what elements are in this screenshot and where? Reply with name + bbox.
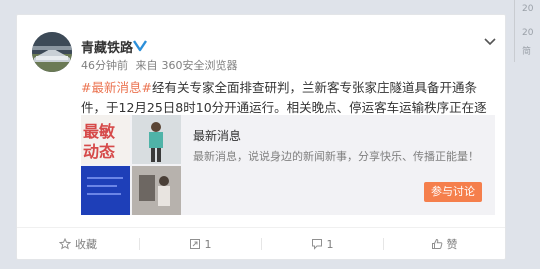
timeline-year-item[interactable]: 20	[522, 28, 533, 38]
comment-icon	[311, 239, 322, 250]
weibo-post-card: 青藏铁路 46分钟前 来自 360安全浏览器 #最新消息#经有关专家全面排查研判，…	[16, 14, 506, 260]
avatar-image	[32, 32, 72, 72]
post-time[interactable]: 46分钟前	[81, 59, 128, 72]
like-label: 赞	[446, 238, 458, 251]
hashtag-link[interactable]: #最新消息#	[81, 80, 152, 95]
timeline-line	[514, 0, 515, 62]
comment-button[interactable]: 1	[261, 228, 383, 260]
post-source[interactable]: 360安全浏览器	[162, 59, 238, 72]
right-timeline-sidebar: 20 20 简	[512, 0, 540, 269]
verified-icon	[133, 37, 147, 56]
topic-thumbnail: 最敏 动态	[81, 115, 181, 215]
source-prefix: 来自	[135, 59, 158, 72]
timeline-year-item[interactable]: 20	[522, 4, 533, 14]
user-avatar[interactable]	[32, 32, 72, 72]
topic-link-card[interactable]: 最敏 动态 最新消息 最新消息，说说身边的新闻新事，分享快乐、传播正能量！ 参与…	[81, 115, 495, 215]
timeline-item[interactable]: 简	[522, 44, 531, 57]
post-action-bar: 收藏 1 1 赞	[17, 227, 505, 260]
link-card-title[interactable]: 最新消息	[193, 127, 241, 144]
star-icon	[59, 238, 71, 250]
link-card-description: 最新消息，说说身边的新闻新事，分享快乐、传播正能量！	[193, 150, 479, 163]
chevron-down-icon[interactable]	[484, 32, 496, 51]
like-button[interactable]: 赞	[383, 228, 505, 260]
thumbs-up-icon	[431, 238, 442, 249]
username-link[interactable]: 青藏铁路	[81, 37, 133, 56]
post-meta: 46分钟前 来自 360安全浏览器	[81, 57, 242, 73]
thumb-text-1: 最敏	[83, 122, 116, 141]
collect-label: 收藏	[75, 238, 97, 251]
join-discussion-button[interactable]: 参与讨论	[424, 182, 482, 202]
thumb-text-2: 动态	[83, 142, 115, 161]
comment-count: 1	[326, 237, 334, 251]
repost-button[interactable]: 1	[139, 228, 261, 260]
collect-button[interactable]: 收藏	[17, 228, 139, 260]
repost-icon	[189, 239, 200, 249]
repost-count: 1	[204, 237, 212, 251]
